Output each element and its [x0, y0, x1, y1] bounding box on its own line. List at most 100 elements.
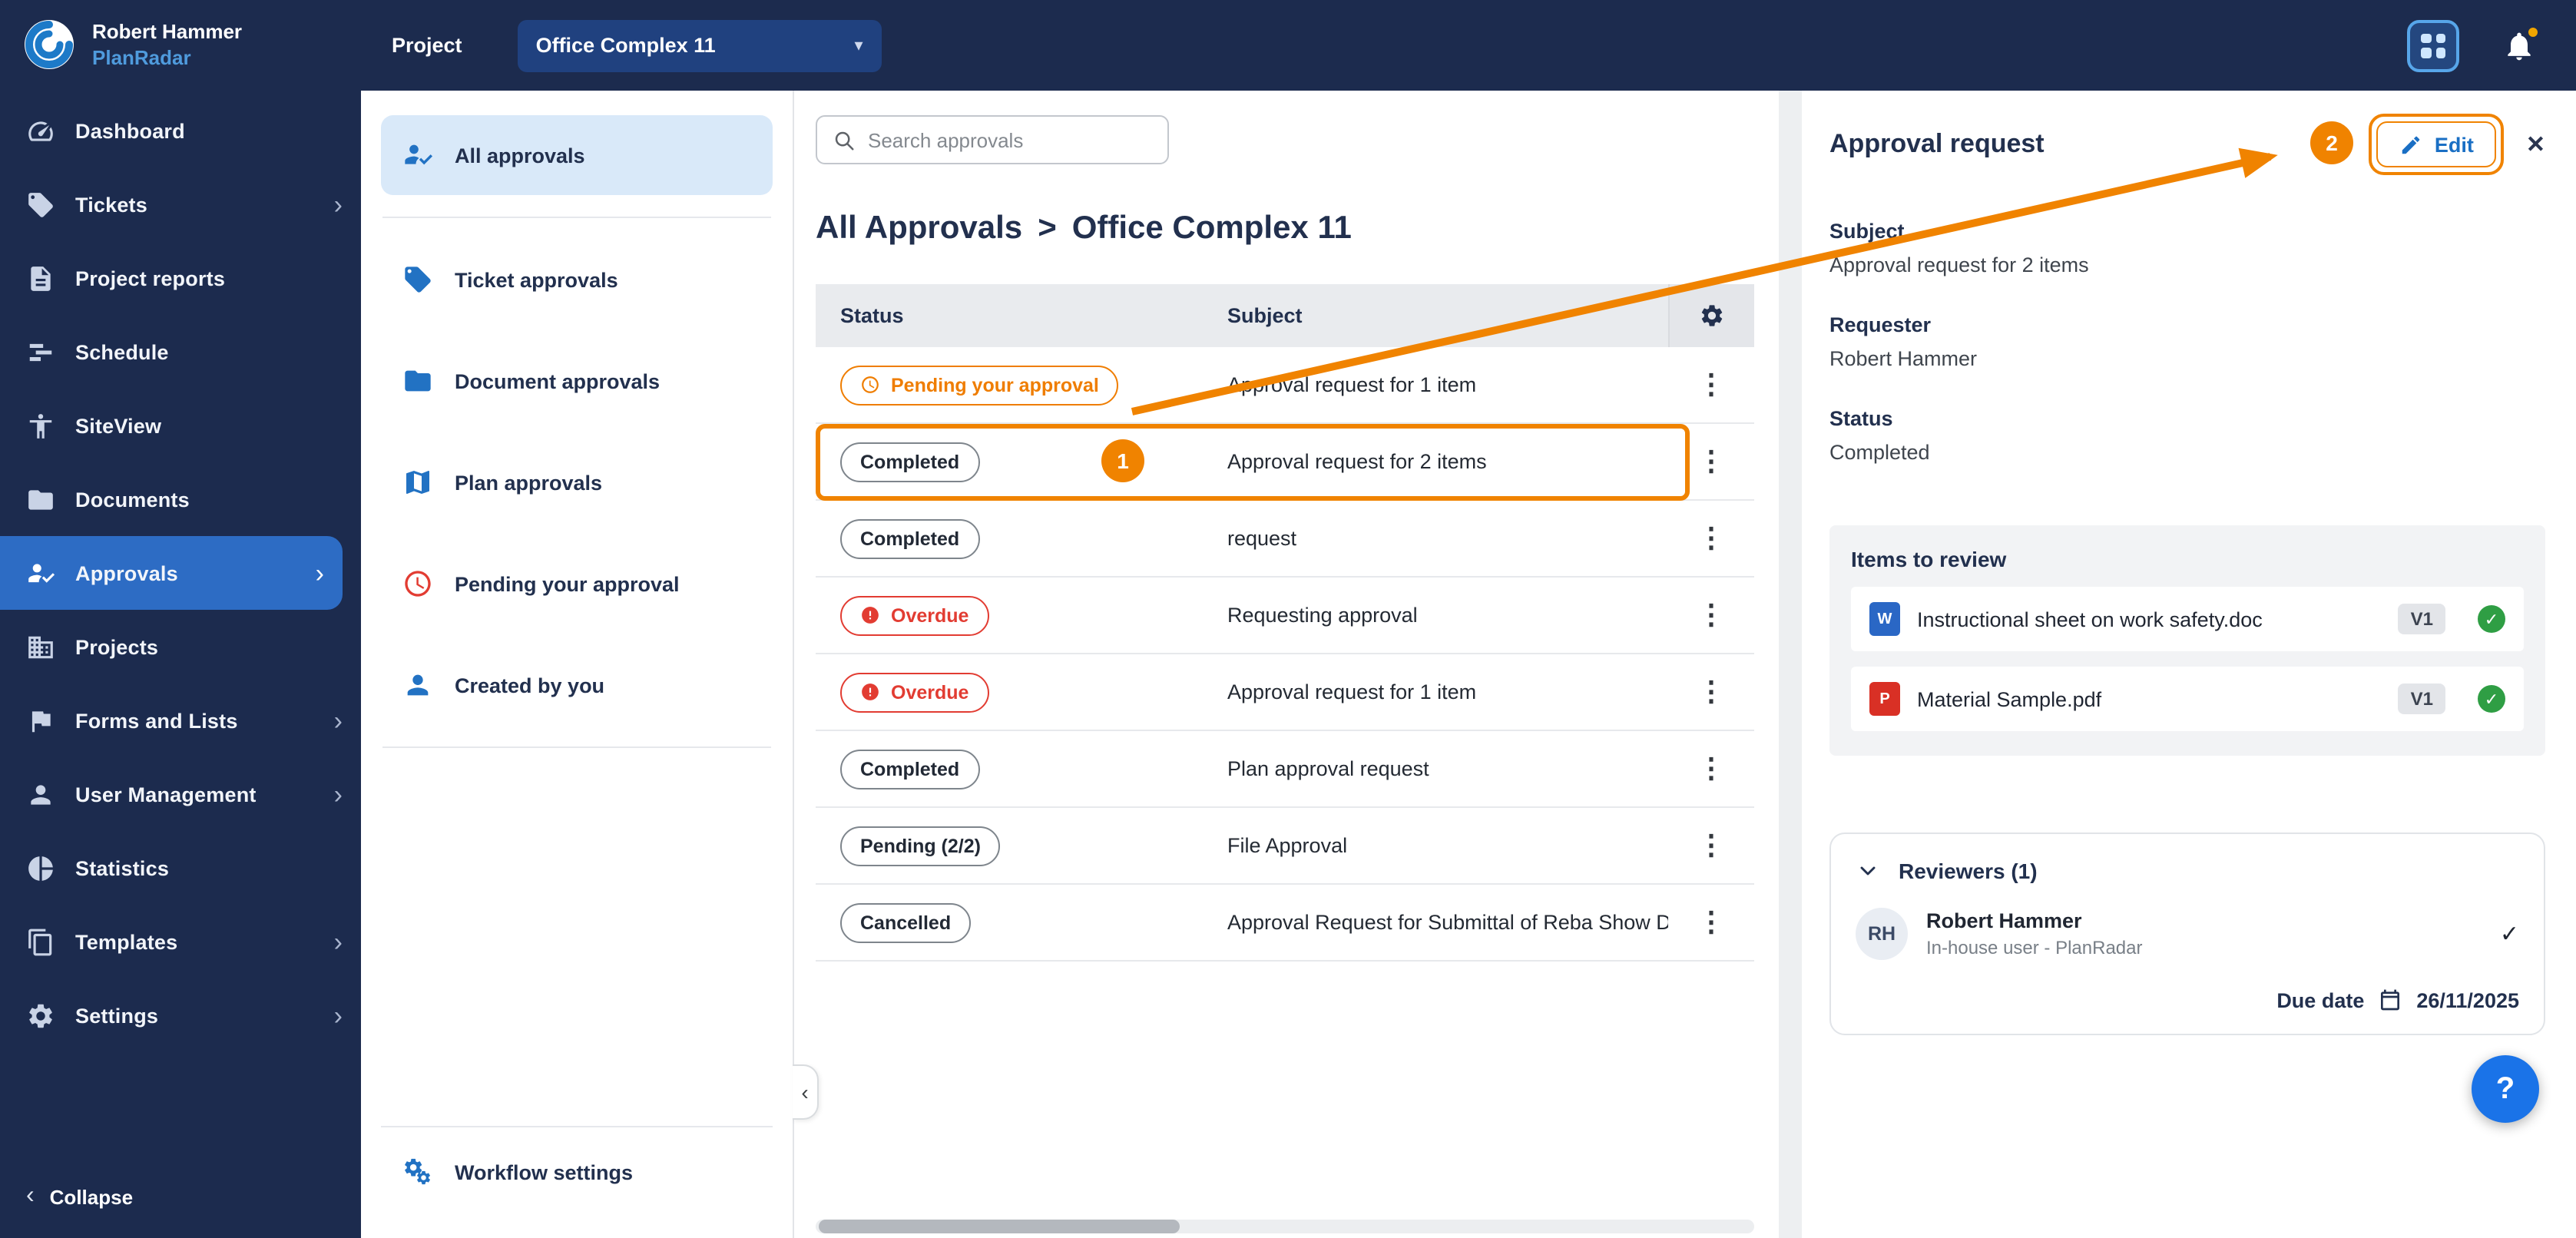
sidebar-item-label: Tickets [75, 193, 314, 216]
calendar-icon [2378, 988, 2402, 1012]
field-label-subject: Subject [1829, 220, 2545, 243]
notifications-bell-icon[interactable] [2502, 27, 2536, 64]
table-row[interactable]: Overdue Approval request for 1 item ⋮ [816, 654, 1754, 731]
breadcrumb-root[interactable]: All Approvals [816, 210, 1022, 247]
reviewer-role: In-house user - PlanRadar [1926, 937, 2143, 958]
sidebar-item-project-reports[interactable]: Project reports [0, 241, 361, 315]
sidebar-item-label: Settings [75, 1004, 314, 1027]
kebab-menu-icon[interactable]: ⋮ [1697, 369, 1725, 401]
status-cell: Overdue [816, 595, 1197, 635]
search-input[interactable] [868, 128, 1152, 151]
edit-button[interactable]: Edit [2376, 121, 2497, 167]
dashboard-icon [26, 116, 55, 145]
items-to-review-title: Items to review [1851, 547, 2524, 571]
notification-dot [2525, 24, 2541, 39]
pdf-file-icon: P [1869, 682, 1900, 716]
schedule-icon [26, 337, 55, 366]
edit-button-label: Edit [2435, 133, 2474, 156]
table-row[interactable]: Pending your approval Approval request f… [816, 347, 1754, 424]
status-badge: Pending your approval [840, 365, 1119, 405]
submenu-item-plan-approvals[interactable]: Plan approvals [381, 442, 773, 522]
approvals-icon [26, 558, 55, 588]
kebab-menu-icon[interactable]: ⋮ [1697, 906, 1725, 938]
breadcrumb-separator: > [1038, 210, 1057, 247]
subject-cell: Approval request for 1 item [1197, 373, 1668, 396]
table-row[interactable]: Cancelled Approval Request for Submittal… [816, 885, 1754, 962]
user-block[interactable]: Robert Hammer PlanRadar [0, 0, 361, 84]
sidebar-item-documents[interactable]: Documents [0, 462, 361, 536]
submenu-item-all-approvals[interactable]: All approvals [381, 115, 773, 195]
reviewer-row[interactable]: RH Robert Hammer In-house user - PlanRad… [1856, 908, 2519, 960]
search-box[interactable] [816, 115, 1169, 164]
kebab-menu-icon[interactable]: ⋮ [1697, 445, 1725, 478]
chevron-right-icon: › [334, 781, 343, 807]
table-settings-gear-icon[interactable] [1699, 303, 1725, 329]
kebab-menu-icon[interactable]: ⋮ [1697, 599, 1725, 631]
pencil-icon [2399, 133, 2422, 156]
status-cell: Pending (2/2) [816, 826, 1197, 866]
kebab-menu-icon[interactable]: ⋮ [1697, 753, 1725, 785]
submenu-collapse-handle[interactable]: ‹ [793, 1064, 819, 1120]
table-row[interactable]: Completed request ⋮ [816, 501, 1754, 578]
submenu-item-ticket-approvals[interactable]: Ticket approvals [381, 240, 773, 319]
apps-icon[interactable] [2407, 19, 2459, 71]
reviewers-title: Reviewers (1) [1899, 859, 2038, 883]
field-value-status: Completed [1829, 441, 2545, 464]
panel-title: Approval request [1829, 129, 2045, 160]
pie-chart-icon [26, 853, 55, 882]
sidebar-collapse-button[interactable]: ‹ Collapse [0, 1173, 159, 1220]
workflow-settings-button[interactable]: Workflow settings [381, 1127, 773, 1216]
status-label: Overdue [891, 604, 968, 626]
table-row-selected[interactable]: Completed Approval request for 2 items ⋮ [816, 424, 1754, 501]
sidebar-item-approvals[interactable]: Approvals› [0, 536, 343, 610]
table-row[interactable]: Pending (2/2) File Approval ⋮ [816, 808, 1754, 885]
items-to-review-section: Items to review W Instructional sheet on… [1829, 525, 2545, 756]
sidebar-item-settings[interactable]: Settings› [0, 978, 361, 1052]
table-row[interactable]: Completed Plan approval request ⋮ [816, 731, 1754, 808]
status-cell: Cancelled [816, 902, 1197, 942]
help-button[interactable]: ? [2472, 1055, 2539, 1123]
table-row[interactable]: Overdue Requesting approval ⋮ [816, 578, 1754, 654]
sidebar-item-tickets[interactable]: Tickets› [0, 167, 361, 241]
status-cell: Pending your approval [816, 365, 1197, 405]
sidebar-item-forms-and-lists[interactable]: Forms and Lists› [0, 684, 361, 757]
siteview-icon [26, 411, 55, 440]
submenu-item-document-approvals[interactable]: Document approvals [381, 341, 773, 421]
close-icon[interactable]: ✕ [2526, 131, 2545, 158]
sidebar-item-schedule[interactable]: Schedule [0, 315, 361, 389]
sidebar-item-statistics[interactable]: Statistics [0, 831, 361, 905]
sidebar-item-dashboard[interactable]: Dashboard [0, 94, 361, 167]
review-item[interactable]: W Instructional sheet on work safety.doc… [1851, 587, 2524, 651]
sidebar-item-user-management[interactable]: User Management› [0, 757, 361, 831]
sidebar-item-projects[interactable]: Projects [0, 610, 361, 684]
submenu-item-label: Ticket approvals [455, 268, 618, 291]
submenu-item-label: Created by you [455, 674, 604, 697]
horizontal-scrollbar[interactable] [816, 1220, 1754, 1233]
version-badge: V1 [2399, 604, 2445, 634]
status-cell: Overdue [816, 672, 1197, 712]
due-date-value: 26/11/2025 [2416, 988, 2519, 1011]
tag-icon [402, 264, 433, 295]
ticket-icon [26, 190, 55, 219]
project-selector[interactable]: Office Complex 11 ▾ [518, 19, 882, 71]
subject-cell: Approval Request for Submittal of Reba S… [1197, 911, 1668, 934]
status-badge: Overdue [840, 672, 988, 712]
scrollbar-thumb[interactable] [819, 1220, 1180, 1233]
annotation-step-2: 2 [2310, 121, 2353, 164]
sidebar-item-templates[interactable]: Templates› [0, 905, 361, 978]
workflow-settings-label: Workflow settings [455, 1160, 633, 1183]
kebab-menu-icon[interactable]: ⋮ [1697, 522, 1725, 554]
submenu-item-created-by-you[interactable]: Created by you [381, 645, 773, 725]
review-item-name: Instructional sheet on work safety.doc [1917, 607, 2382, 631]
chevron-left-icon: ‹ [26, 1183, 35, 1210]
submenu-item-label: All approvals [455, 144, 585, 167]
kebab-menu-icon[interactable]: ⋮ [1697, 676, 1725, 708]
sidebar-item-siteview[interactable]: SiteView [0, 389, 361, 462]
chevron-right-icon: › [334, 928, 343, 955]
reviewers-collapse-toggle[interactable]: Reviewers (1) [1856, 859, 2519, 883]
flag-icon [26, 706, 55, 735]
submenu-item-pending-your-approval[interactable]: Pending your approval [381, 544, 773, 624]
review-item[interactable]: P Material Sample.pdf V1 ✓ [1851, 667, 2524, 731]
sidebar-item-label: Projects [75, 635, 343, 658]
kebab-menu-icon[interactable]: ⋮ [1697, 829, 1725, 862]
